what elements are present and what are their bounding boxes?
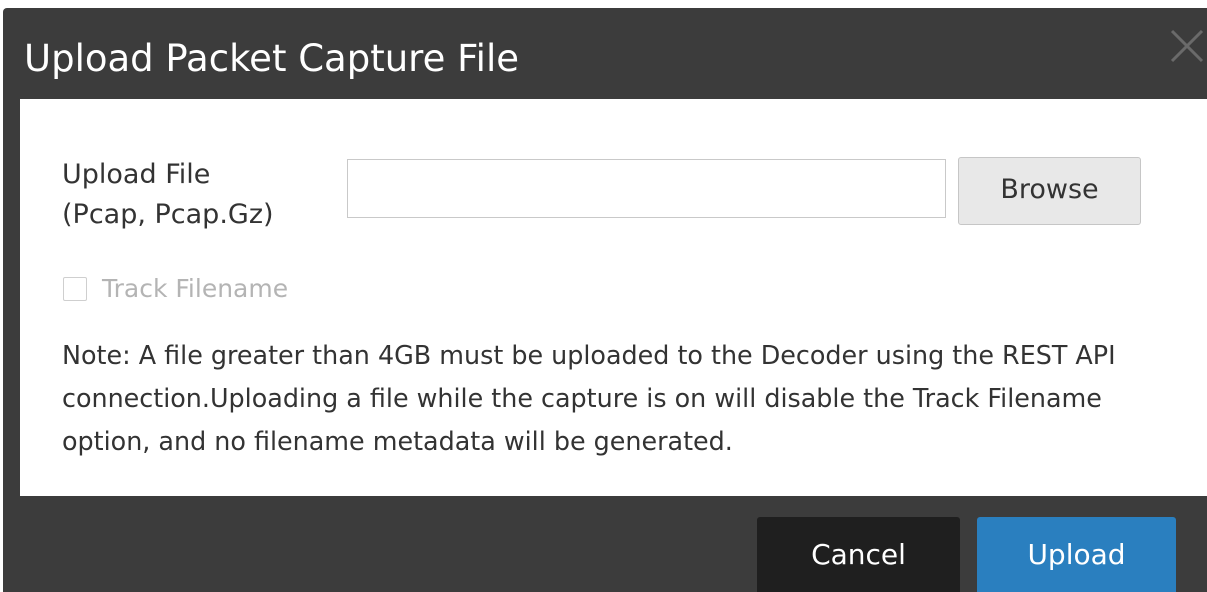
dialog-title: Upload Packet Capture File	[24, 37, 520, 80]
track-filename-label: Track Filename	[102, 274, 289, 303]
upload-file-label: Upload File (Pcap, Pcap.Gz)	[62, 155, 274, 235]
file-path-input[interactable]	[347, 159, 946, 218]
dialog-footer: Cancel Upload	[3, 496, 1207, 592]
close-icon[interactable]	[1169, 28, 1205, 64]
upload-file-label-line2: (Pcap, Pcap.Gz)	[62, 199, 274, 230]
dialog-titlebar: Upload Packet Capture File	[3, 8, 1207, 99]
track-filename-checkbox[interactable]	[63, 277, 87, 301]
close-icon-glyph	[1170, 29, 1204, 63]
upload-button[interactable]: Upload	[977, 517, 1176, 592]
dialog-body: Upload File (Pcap, Pcap.Gz) Browse Track…	[20, 99, 1207, 496]
browse-button[interactable]: Browse	[958, 157, 1141, 225]
cancel-button[interactable]: Cancel	[757, 517, 960, 592]
upload-packet-capture-dialog: Upload Packet Capture File Upload File (…	[3, 8, 1207, 592]
upload-note: Note: A file greater than 4GB must be up…	[62, 340, 1116, 456]
upload-file-label-line1: Upload File	[62, 159, 211, 190]
